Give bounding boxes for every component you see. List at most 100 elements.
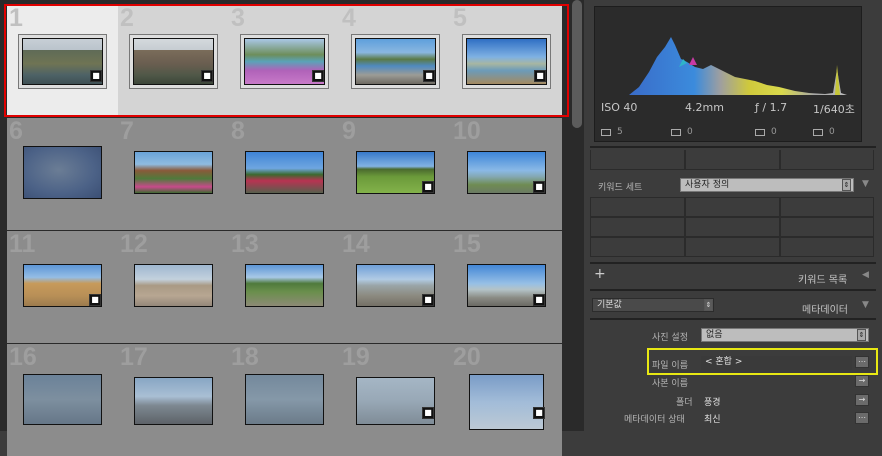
keyword-set-select[interactable]: 사용자 정의 [680, 178, 854, 192]
grid-cell[interactable]: 9 ■ [340, 118, 451, 230]
keyword-cell[interactable] [685, 150, 780, 170]
grid-cell[interactable]: 6 [7, 118, 118, 230]
grid-cell[interactable]: 12 [118, 231, 229, 343]
metadata-preset-stepper[interactable]: ⇕ [704, 299, 713, 311]
filename-label: 파일 이름 [652, 361, 688, 371]
speech-bubble-icon[interactable]: ■ [534, 70, 546, 82]
keyword-cell[interactable] [780, 237, 874, 257]
cell-number: 14 [342, 231, 370, 258]
grid-cell[interactable]: 11 ■ [7, 231, 118, 343]
photo-thumbnail[interactable] [245, 151, 324, 194]
keyword-cell[interactable] [590, 150, 685, 170]
original-photo-icon [601, 129, 611, 136]
keyword-cell[interactable] [780, 150, 874, 170]
grid-cell[interactable]: 2 ■ [118, 5, 229, 117]
iso-readout: ISO 40 [601, 101, 638, 114]
filename-field[interactable]: < 혼합 > [701, 356, 852, 370]
grid-scrollbar[interactable] [570, 0, 584, 431]
grid-cell[interactable]: 5 ■ [451, 5, 562, 117]
grid-cell[interactable]: 7 [118, 118, 229, 230]
speech-bubble-icon[interactable]: ■ [423, 70, 435, 82]
speech-bubble-icon[interactable]: ■ [89, 294, 101, 306]
speech-bubble-icon[interactable]: ■ [422, 181, 434, 193]
keyword-cell[interactable] [685, 237, 780, 257]
expand-triangle-icon[interactable]: ▼ [862, 300, 869, 310]
grid-cell[interactable]: 15 ■ [451, 231, 562, 343]
grid-cell[interactable]: 16 [7, 344, 118, 456]
grid-cell[interactable]: 19 ■ [340, 344, 451, 456]
collapse-triangle-icon[interactable]: ◀ [862, 270, 869, 280]
keyword-cell[interactable] [685, 197, 780, 217]
grid-cell[interactable]: 8 [229, 118, 340, 230]
photo-thumbnail[interactable] [134, 264, 213, 307]
metadata-status-label: 메타데이터 상태 [624, 415, 685, 425]
keyword-cell[interactable] [780, 197, 874, 217]
metadata-status-action-button[interactable]: ⋯ [855, 412, 869, 424]
grid-cell[interactable]: 18 [229, 344, 340, 456]
keyword-list-header[interactable]: + 키워드 목록 ◀ [584, 264, 882, 288]
grid-cell[interactable]: 20 ■ [451, 344, 562, 456]
photo-setting-stepper[interactable]: ⇕ [857, 329, 866, 341]
grid-cell[interactable]: 10 ■ [451, 118, 562, 230]
speech-bubble-icon[interactable]: ■ [533, 407, 545, 419]
keyword-list-title: 키워드 목록 [798, 275, 848, 286]
keyword-cell[interactable] [590, 197, 685, 217]
cell-number: 3 [231, 5, 245, 32]
smart-preview-icon [671, 129, 681, 136]
cell-number: 8 [231, 118, 245, 145]
info-count-4: 0 [829, 127, 835, 137]
cell-number: 17 [120, 344, 148, 371]
grid-cell[interactable]: 14 ■ [340, 231, 451, 343]
speech-bubble-icon[interactable]: ■ [201, 70, 213, 82]
folder-label: 폴더 [676, 398, 693, 408]
cell-number: 18 [231, 344, 259, 371]
metadata-header[interactable]: 기본값 ⇕ 메타데이터 ▼ [584, 293, 882, 317]
filename-action-button[interactable]: ⋯ [855, 356, 869, 368]
info-count-2: 0 [687, 127, 693, 137]
photo-thumbnail[interactable] [134, 151, 213, 194]
cell-number: 19 [342, 344, 370, 371]
speech-bubble-icon[interactable]: ■ [422, 294, 434, 306]
keyword-cell[interactable] [780, 217, 874, 237]
metadata-preset-select[interactable]: 기본값 [592, 298, 714, 312]
folder-action-button[interactable]: → [855, 394, 869, 406]
photo-grid: 1 ■ 2 ■ 3 ■ 4 ■ 5 ■ 6 7 8 9 ■ 10 ■ 11 ■ … [0, 0, 570, 456]
cell-number: 2 [120, 5, 134, 32]
grid-cell[interactable]: 3 ■ [229, 5, 340, 117]
cell-number: 13 [231, 231, 259, 258]
photo-setting-select[interactable]: 없음 [701, 328, 869, 342]
histogram-graph [629, 37, 847, 95]
metadata-title: 메타데이터 [802, 305, 848, 316]
keyword-set-stepper[interactable]: ⇕ [842, 179, 851, 191]
collapse-triangle-icon[interactable]: ▼ [862, 179, 869, 189]
plus-icon[interactable]: + [594, 266, 606, 282]
photo-thumbnail[interactable] [134, 377, 213, 425]
grid-cell[interactable]: 17 [118, 344, 229, 456]
grid-cell[interactable]: 4 ■ [340, 5, 451, 117]
grid-cell[interactable]: 13 [229, 231, 340, 343]
speech-bubble-icon[interactable]: ■ [533, 294, 545, 306]
copy-name-action-button[interactable]: → [855, 375, 869, 387]
info-count-1: 5 [617, 127, 623, 137]
keyword-cell[interactable] [685, 217, 780, 237]
folder-value: 풍경 [704, 398, 721, 408]
photo-thumbnail[interactable] [23, 374, 102, 425]
photo-thumbnail[interactable] [23, 146, 102, 199]
aperture-readout: ƒ / 1.7 [755, 101, 788, 114]
panel-divider [590, 289, 876, 291]
speech-bubble-icon[interactable]: ■ [90, 70, 102, 82]
cell-number: 11 [9, 231, 36, 258]
speech-bubble-icon[interactable]: ■ [312, 70, 324, 82]
cell-number: 5 [453, 5, 467, 32]
keyword-cell[interactable] [590, 237, 685, 257]
photo-thumbnail[interactable] [245, 374, 324, 425]
cell-number: 4 [342, 5, 356, 32]
photo-thumbnail[interactable] [245, 264, 324, 307]
keyword-cell[interactable] [590, 217, 685, 237]
scrollbar-thumb[interactable] [572, 0, 582, 128]
histogram[interactable]: ISO 40 4.2mm ƒ / 1.7 1/640초 5 0 0 0 [594, 6, 862, 142]
speech-bubble-icon[interactable]: ■ [533, 181, 545, 193]
speech-bubble-icon[interactable]: ■ [422, 407, 434, 419]
grid-cell[interactable]: 1 ■ [7, 5, 118, 117]
photo-thumbnail[interactable] [469, 374, 544, 430]
